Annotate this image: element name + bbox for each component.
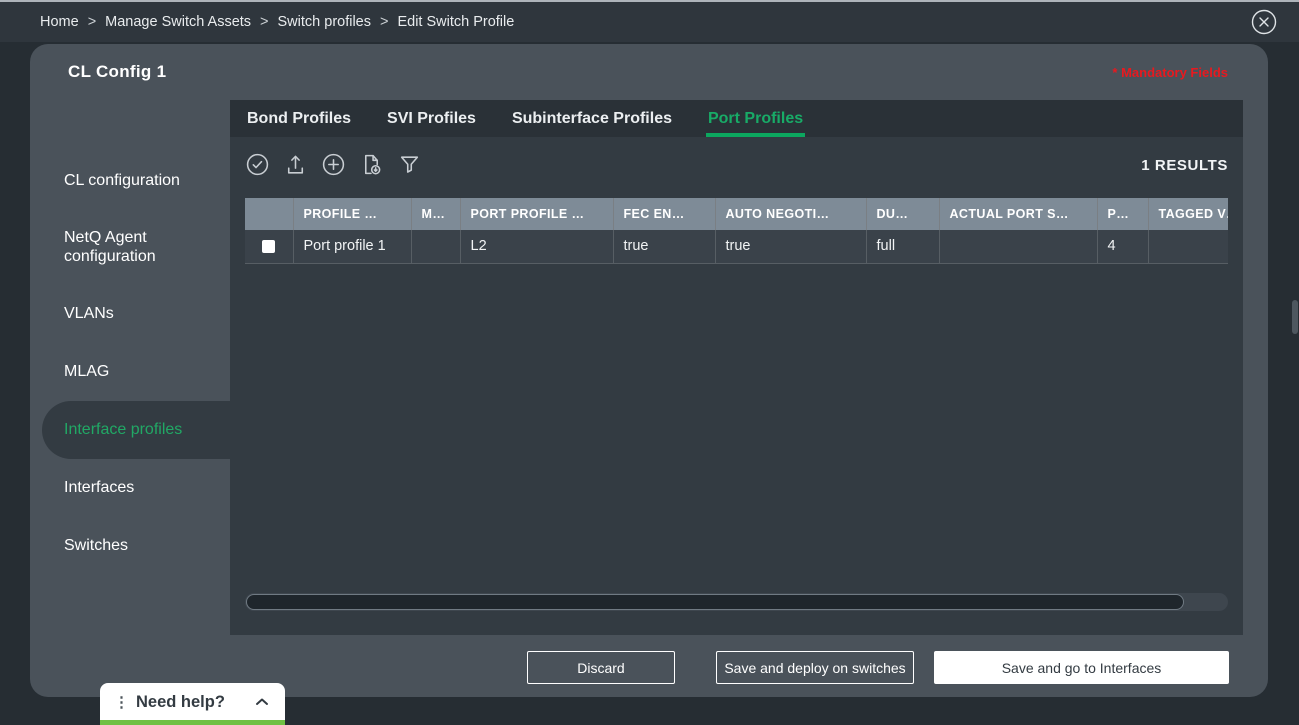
- chevron-up-icon[interactable]: [255, 697, 269, 707]
- discard-button[interactable]: Discard: [527, 651, 675, 684]
- cell-m: [411, 230, 460, 263]
- save-and-deploy-button[interactable]: Save and deploy on switches: [716, 651, 914, 684]
- sidebar-item-label: MLAG: [64, 363, 109, 381]
- breadcrumb-separator: >: [260, 14, 268, 30]
- column-header-profile[interactable]: PROFILE …: [293, 198, 411, 230]
- sidebar: CL configuration NetQ Agent configuratio…: [30, 152, 230, 575]
- tab-label: SVI Profiles: [387, 110, 476, 128]
- checkbox-cell: [245, 230, 293, 263]
- filter-icon: [397, 152, 422, 177]
- breadcrumb-separator: >: [380, 14, 388, 30]
- sidebar-item-mlag[interactable]: MLAG: [30, 343, 230, 401]
- column-header-fec-enabled[interactable]: FEC EN…: [613, 198, 715, 230]
- sidebar-item-label: Interfaces: [64, 479, 134, 497]
- column-header-port-profile[interactable]: PORT PROFILE …: [460, 198, 613, 230]
- save-and-go-to-interfaces-button[interactable]: Save and go to Interfaces: [934, 651, 1229, 684]
- sidebar-item-interface-profiles[interactable]: Interface profiles: [42, 401, 230, 459]
- sidebar-item-vlans[interactable]: VLANs: [30, 285, 230, 343]
- tab-label: Bond Profiles: [247, 110, 351, 128]
- breadcrumb-separator: >: [88, 14, 96, 30]
- filter-button[interactable]: [397, 152, 422, 177]
- tab-bar: Bond Profiles SVI Profiles Subinterface …: [230, 100, 1243, 137]
- column-header-tagged-vlans[interactable]: TAGGED V…: [1148, 198, 1228, 230]
- sidebar-item-label: NetQ Agent configuration: [64, 229, 230, 266]
- column-header-duplex[interactable]: DU…: [866, 198, 939, 230]
- add-button[interactable]: [321, 152, 346, 177]
- file-download-icon: [359, 152, 384, 177]
- cell-auto-negotiate: true: [715, 230, 866, 263]
- breadcrumb: Home > Manage Switch Assets > Switch pro…: [40, 14, 514, 30]
- close-button[interactable]: [1251, 9, 1277, 35]
- cell-port-profile: L2: [460, 230, 613, 263]
- tab-label: Subinterface Profiles: [512, 110, 672, 128]
- upload-icon: [283, 152, 308, 177]
- sidebar-item-label: Switches: [64, 537, 128, 555]
- plus-circle-icon: [321, 152, 346, 177]
- cell-actual-port-speed: [939, 230, 1097, 263]
- check-circle-icon: [245, 152, 270, 177]
- sidebar-item-interfaces[interactable]: Interfaces: [30, 459, 230, 517]
- need-help-label: Need help?: [136, 693, 225, 712]
- export-button[interactable]: [359, 152, 384, 177]
- sidebar-item-cl-configuration[interactable]: CL configuration: [30, 152, 230, 210]
- table-header-row: PROFILE … M… PORT PROFILE … FEC EN… AUTO…: [245, 198, 1228, 230]
- close-icon: [1251, 9, 1277, 35]
- tab-subinterface-profiles[interactable]: Subinterface Profiles: [510, 100, 674, 137]
- breadcrumb-bar: Home > Manage Switch Assets > Switch pro…: [0, 0, 1299, 42]
- breadcrumb-item-manage-switch-assets[interactable]: Manage Switch Assets: [105, 14, 251, 30]
- column-header-actual-port-speed[interactable]: ACTUAL PORT S…: [939, 198, 1097, 230]
- horizontal-scrollbar-thumb[interactable]: [246, 594, 1184, 610]
- tab-svi-profiles[interactable]: SVI Profiles: [385, 100, 478, 137]
- cell-profile-name: Port profile 1: [293, 230, 411, 263]
- cell-p: 4: [1097, 230, 1148, 263]
- column-header-m[interactable]: M…: [411, 198, 460, 230]
- table-row[interactable]: Port profile 1 L2 true true full 4: [245, 230, 1228, 263]
- edit-switch-profile-dialog: CL Config 1 * Mandatory Fields CL config…: [30, 44, 1268, 697]
- cell-tagged-vlans: [1148, 230, 1228, 263]
- drag-dots-icon: ⋮: [114, 693, 129, 711]
- save-and-go-button-label: Save and go to Interfaces: [1002, 660, 1162, 676]
- cell-fec-enabled: true: [613, 230, 715, 263]
- breadcrumb-item-edit-switch-profile: Edit Switch Profile: [397, 14, 514, 30]
- mandatory-fields-note: * Mandatory Fields: [1112, 65, 1228, 80]
- row-checkbox[interactable]: [262, 240, 275, 253]
- sidebar-item-label: VLANs: [64, 305, 114, 323]
- sidebar-item-label: Interface profiles: [64, 421, 182, 439]
- column-header-select: [245, 198, 293, 230]
- tab-bond-profiles[interactable]: Bond Profiles: [245, 100, 353, 137]
- sidebar-item-netq-agent-configuration[interactable]: NetQ Agent configuration: [30, 210, 230, 285]
- horizontal-scrollbar[interactable]: [245, 593, 1228, 611]
- content-panel: Bond Profiles SVI Profiles Subinterface …: [230, 100, 1243, 635]
- sidebar-item-switches[interactable]: Switches: [30, 517, 230, 575]
- table-toolbar: [245, 152, 422, 177]
- page-scrollbar-thumb[interactable]: [1292, 300, 1298, 334]
- cell-duplex: full: [866, 230, 939, 263]
- breadcrumb-item-home[interactable]: Home: [40, 14, 79, 30]
- sidebar-item-label: CL configuration: [64, 172, 180, 190]
- dialog-title: CL Config 1: [68, 62, 166, 82]
- tab-port-profiles[interactable]: Port Profiles: [706, 100, 805, 137]
- results-count: 1 RESULTS: [1141, 157, 1228, 174]
- column-header-p[interactable]: P…: [1097, 198, 1148, 230]
- save-and-deploy-button-label: Save and deploy on switches: [724, 660, 905, 676]
- tab-label: Port Profiles: [708, 110, 803, 128]
- need-help-widget[interactable]: ⋮ Need help?: [100, 683, 285, 725]
- column-header-auto-negotiate[interactable]: AUTO NEGOTI…: [715, 198, 866, 230]
- port-profiles-table: PROFILE … M… PORT PROFILE … FEC EN… AUTO…: [245, 198, 1228, 264]
- select-all-button[interactable]: [245, 152, 270, 177]
- upload-button[interactable]: [283, 152, 308, 177]
- breadcrumb-item-switch-profiles[interactable]: Switch profiles: [278, 14, 371, 30]
- discard-button-label: Discard: [577, 660, 624, 676]
